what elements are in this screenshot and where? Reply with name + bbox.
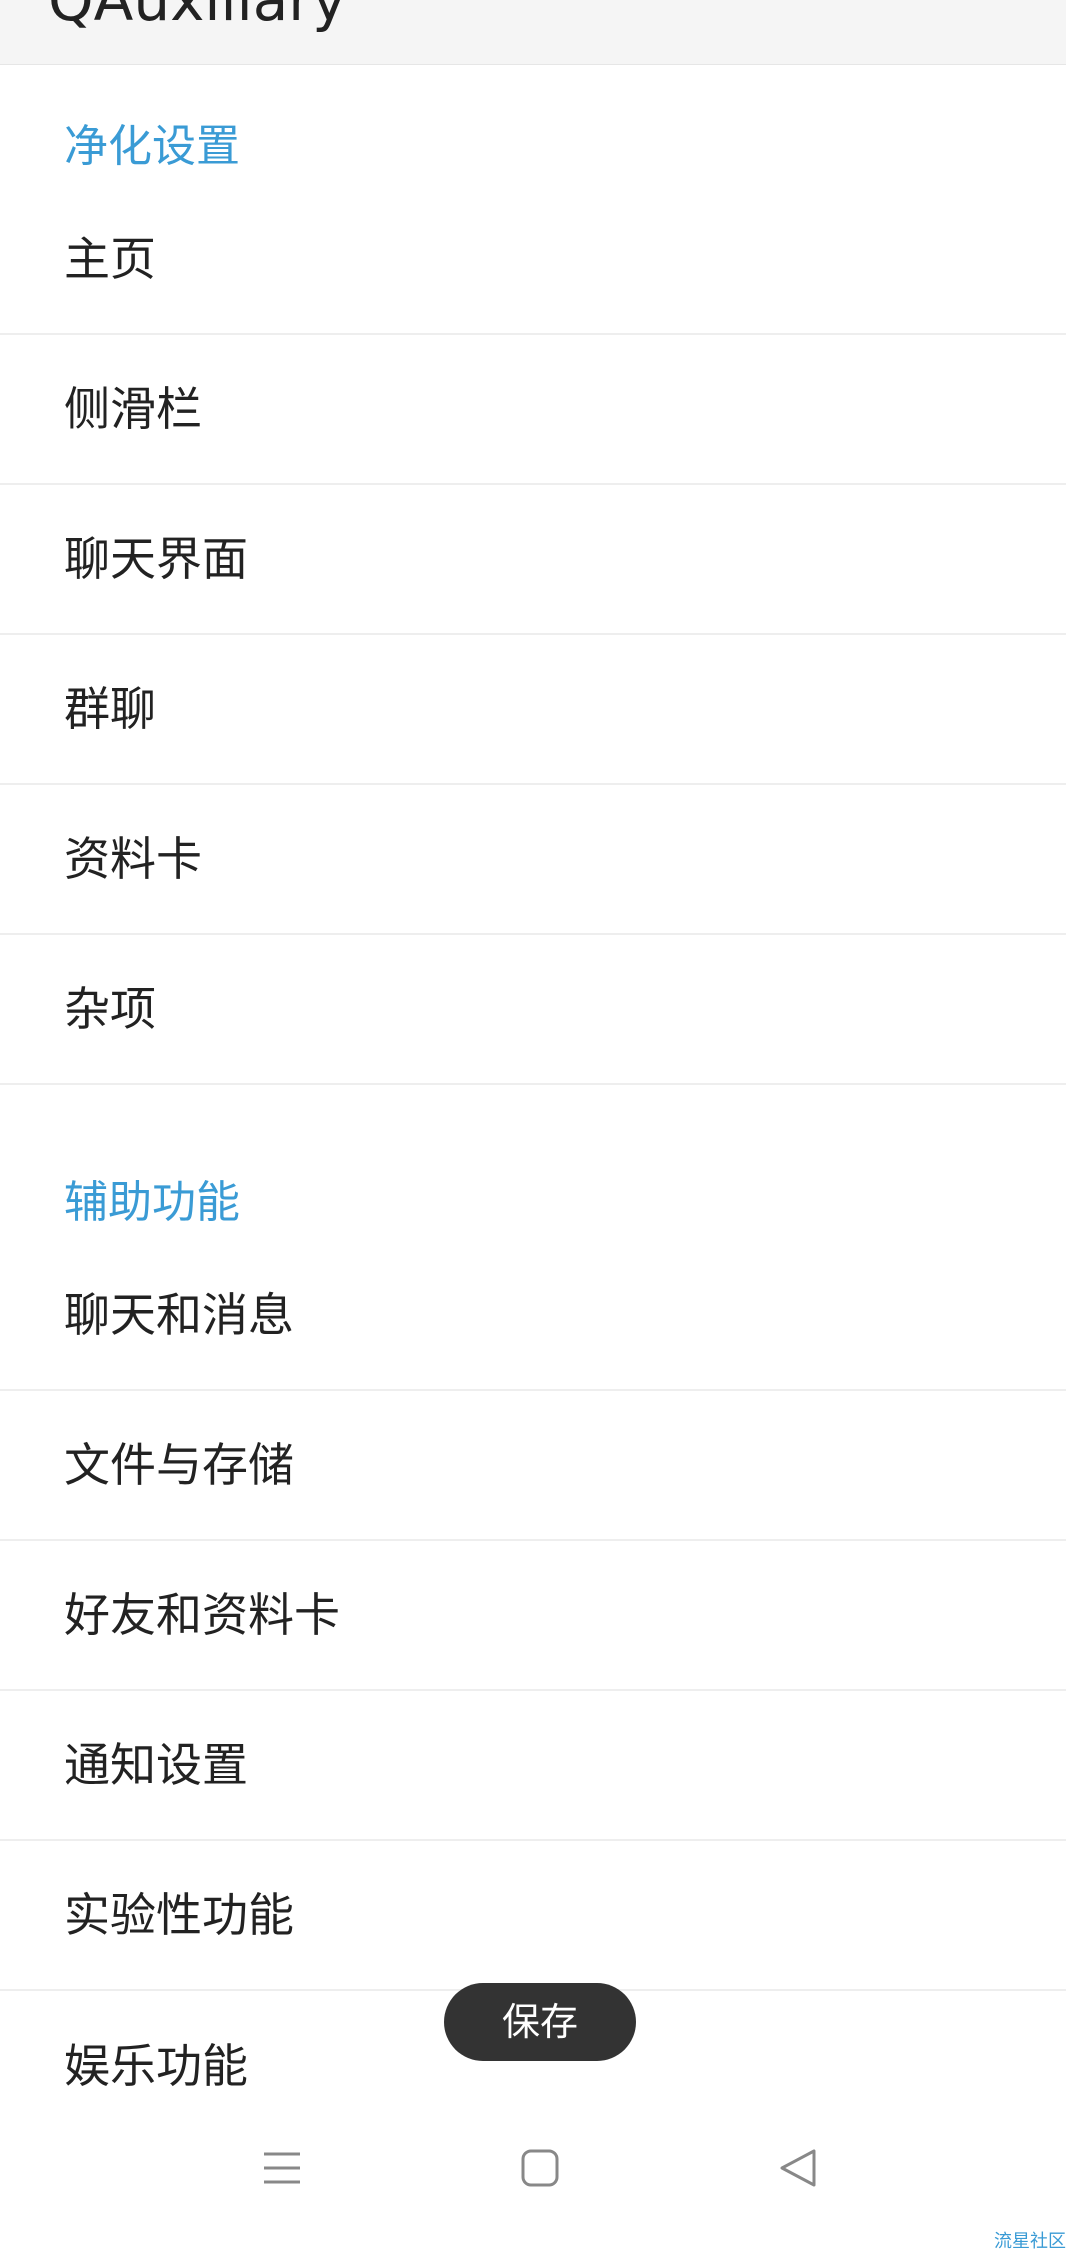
list-item-friends-profile[interactable]: 好友和资料卡 bbox=[0, 1541, 1066, 1691]
list-item-label: 主页 bbox=[64, 232, 156, 286]
list-item-label: 聊天界面 bbox=[64, 532, 248, 586]
list-item-group-chat[interactable]: 群聊 bbox=[0, 635, 1066, 785]
list-item-label: 群聊 bbox=[64, 682, 156, 736]
check-icon[interactable] bbox=[1006, 0, 1042, 8]
list-item-home[interactable]: 主页 bbox=[0, 185, 1066, 335]
watermark: 流星社区 bbox=[994, 2231, 1066, 2252]
list-item-label: 侧滑栏 bbox=[64, 382, 202, 436]
app-bar: QAuxiliary bbox=[0, 0, 1066, 65]
list-item-label: 杂项 bbox=[64, 982, 156, 1036]
list-item-experimental[interactable]: 实验性功能 bbox=[0, 1841, 1066, 1991]
section-header-cleanup: 净化设置 bbox=[64, 121, 240, 172]
list-item-profile-card[interactable]: 资料卡 bbox=[0, 785, 1066, 935]
list-item-label: 文件与存储 bbox=[64, 1438, 294, 1492]
system-nav-bar bbox=[0, 2120, 1066, 2253]
list-item-chat-interface[interactable]: 聊天界面 bbox=[0, 485, 1066, 635]
section-header-auxiliary: 辅助功能 bbox=[64, 1177, 240, 1228]
app-title: QAuxiliary bbox=[48, 0, 347, 34]
list-item-label: 实验性功能 bbox=[64, 1888, 294, 1942]
list-item-misc[interactable]: 杂项 bbox=[0, 935, 1066, 1085]
menu-icon bbox=[264, 2152, 300, 2184]
list-item-label: 好友和资料卡 bbox=[64, 1588, 340, 1642]
list-item-chat-messages[interactable]: 聊天和消息 bbox=[0, 1241, 1066, 1391]
menu-button[interactable] bbox=[242, 2128, 322, 2208]
back-triangle-icon bbox=[780, 2149, 816, 2187]
settings-page: QAuxiliary 净化设置 主页 侧滑栏 聊天界面 群聊 资料卡 杂项 辅助… bbox=[0, 0, 1066, 2253]
list-item-files-storage[interactable]: 文件与存储 bbox=[0, 1391, 1066, 1541]
list-item-label: 娱乐功能 bbox=[64, 2039, 248, 2093]
list-item-label: 聊天和消息 bbox=[64, 1288, 294, 1342]
home-square-icon bbox=[521, 2149, 559, 2187]
save-toast: 保存 bbox=[444, 1983, 636, 2061]
back-button[interactable] bbox=[758, 2128, 838, 2208]
home-button[interactable] bbox=[500, 2128, 580, 2208]
list-item-label: 通知设置 bbox=[64, 1738, 248, 1792]
list-item-sidebar[interactable]: 侧滑栏 bbox=[0, 335, 1066, 485]
list-item-label: 资料卡 bbox=[64, 832, 202, 886]
list-item-notification-settings[interactable]: 通知设置 bbox=[0, 1691, 1066, 1841]
